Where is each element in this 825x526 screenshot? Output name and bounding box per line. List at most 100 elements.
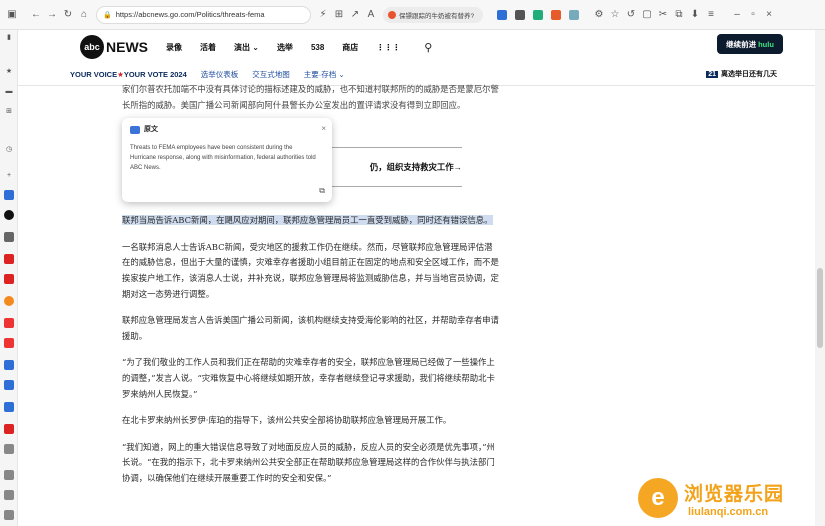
close-icon[interactable]: × [321,124,326,134]
nav-live[interactable]: 活着 [200,42,216,53]
your-voice-text: YOUR VOICE [70,70,118,79]
screenshot-icon[interactable]: ✂ [655,6,671,24]
hulu-button[interactable]: 继续前进 hulu [717,34,783,54]
extension-icon[interactable] [569,9,579,20]
site-icon[interactable] [4,510,14,520]
site-icon[interactable] [4,380,14,390]
share-icon[interactable]: ↗ [347,6,363,24]
site-icon[interactable] [4,338,14,348]
article-paragraph: 在北卡罗来纳州长罗伊·库珀的指导下，该州公共安全部将协助联邦应急管理局开展工作。 [122,415,452,426]
search-icon[interactable]: ⚲ [424,41,432,54]
subnav-primaries[interactable]: 主要·存档 ⌄ [304,69,345,80]
add-icon[interactable]: + [4,170,14,180]
watermark-main: 浏览器乐园 [684,483,785,505]
translate-icon[interactable]: ↺ [623,6,639,24]
page-scrollbar[interactable] [815,30,825,526]
site-icon[interactable] [4,490,14,500]
article-paragraph: 家们尔普农托加端不中没有具体讨论的描标述建及的威胁，也不知道村联邦所的的威胁是否… [122,84,499,110]
site-icon[interactable] [4,274,14,284]
election-countdown[interactable]: 21 离选举日还有几天 [706,69,777,79]
downloads-icon[interactable]: ⬇ [687,6,703,24]
your-voice-logo[interactable]: YOUR VOICE★YOUR VOTE 2024 [70,70,187,79]
article-paragraph: “为了我们敬业的工作人员和我们正在帮助的灾难幸存者的安全，联邦应急管理局已经做了… [122,357,495,399]
tabs-icon[interactable]: ⧉ [671,6,687,24]
countdown-number: 21 [706,70,718,78]
nav-elections[interactable]: 选举 [277,42,293,53]
forward-icon[interactable]: → [44,6,60,24]
watermark-logo-icon: e [638,478,678,518]
extension-icon[interactable] [533,9,543,20]
popup-original-text: Threats to FEMA employees have been cons… [130,145,316,171]
minimize-icon[interactable]: – [729,6,745,24]
site-icon[interactable] [4,444,14,454]
extension-icon[interactable] [497,9,507,20]
abc-news-logo[interactable]: abc NEWS [80,35,148,59]
site-icon[interactable] [4,424,14,434]
extension-icon[interactable] [551,9,561,20]
countdown-label: 离选举日还有几天 [721,71,777,78]
back-icon[interactable]: ← [28,6,44,24]
menu-icon[interactable]: ≡ [703,6,719,24]
scrollbar-thumb[interactable] [817,268,823,348]
watermark: e 浏览器乐园 liulanqi.com.cn [638,478,784,518]
lightning-icon[interactable]: ⚡ [315,6,331,24]
read-aloud-icon[interactable]: A [363,6,379,24]
browser-toolbar: ▣ ← → ↻ ⌂ 🔒 https://abcnews.go.com/Politi… [0,0,825,30]
site-icon[interactable] [4,296,14,306]
settings-icon[interactable]: ⚙ [591,6,607,24]
chevron-down-icon: ⌄ [338,70,345,79]
site-icon[interactable] [4,360,14,370]
popup-title: 原文 [144,126,158,133]
subnav-interactive-map[interactable]: 交互式地图 [252,69,290,80]
nav-shop[interactable]: 商店 [342,42,358,53]
copy-icon[interactable]: ⧉ [319,186,325,196]
popup-header: 原文 [130,125,324,135]
watermark-sub: liulanqi.com.cn [688,505,769,518]
article-paragraph: 一名联邦消息人士告诉ABC新闻，受灾地区的援救工作仍在继续。然而，尽管联邦应急管… [122,241,499,299]
translate-icon [130,126,140,134]
reload-icon[interactable]: ↻ [60,6,76,24]
abc-logo-word: NEWS [106,39,148,55]
home-icon[interactable]: ⌂ [76,6,92,24]
highlighted-text[interactable]: 联邦当局告诉ABC新闻，在飓风应对期间，联邦应急管理局员工一直受到威胁，同时还有… [122,215,493,226]
site-icon[interactable] [4,210,14,220]
site-icon[interactable] [4,470,14,480]
translation-popup: 原文 × Threats to FEMA employees have been… [122,118,332,202]
your-vote-text: YOUR VOTE 2024 [123,70,187,79]
close-window-icon[interactable]: × [761,6,777,24]
extension-icon[interactable] [515,9,525,20]
site-icon[interactable] [4,232,14,242]
more-grid-icon[interactable]: ⋮⋮⋮ [376,43,400,52]
watermark-text: 浏览器乐园 liulanqi.com.cn [678,479,784,518]
nav-video[interactable]: 录像 [166,42,182,53]
subnav-primaries-label: 主要·存档 [303,70,337,79]
window-menu-icon[interactable]: ▣ [4,6,20,24]
address-bar[interactable]: 🔒 https://abcnews.go.com/Politics/threats… [96,5,311,24]
nav-shows[interactable]: 演出 ⌄ [234,42,259,53]
star-icon: ★ [117,70,124,79]
sidebar-toggle-icon[interactable]: ▮ [4,32,14,42]
news-badge[interactable]: 保镖跟踪的牛奶被有替养? [383,6,483,23]
site-icon[interactable] [4,402,14,412]
apps-icon[interactable]: ⊞ [4,106,14,116]
favorites-star-icon[interactable]: ★ [4,66,14,76]
news-badge-text: 保镖跟踪的牛奶被有替养? [399,12,475,20]
url-text: https://abcnews.go.com/Politics/threats-… [115,10,265,19]
grid-icon[interactable]: ⊞ [331,6,347,24]
site-icon[interactable] [4,254,14,264]
news-dot-icon [388,10,396,19]
history-icon[interactable]: ◷ [4,144,14,154]
article-paragraph: 联邦应急管理局发言人告诉美国广播公司新闻，该机构继续支持受海伦影响的社区，并帮助… [122,315,499,341]
hulu-word: hulu [758,39,774,49]
favorites-icon[interactable]: ☆ [607,6,623,24]
site-icon[interactable] [4,190,14,200]
collections-icon[interactable]: ▢ [639,6,655,24]
promo-text: 仍，组织支持救灾工作→ [369,162,462,172]
nav-538[interactable]: 538 [311,43,324,52]
article-paragraph: “我们知道，网上的重大错误信息导致了对地面反应人员的威胁，反应人员的安全必须是优… [122,441,495,483]
site-icon[interactable] [4,318,14,328]
subnav-dashboard[interactable]: 选举仪表板 [201,69,239,80]
article-paragraph-highlighted: 联邦当局告诉ABC新闻，在飓风应对期间，联邦应急管理局员工一直受到威胁，同时还有… [122,213,499,229]
folder-icon[interactable]: ▬ [4,86,14,96]
maximize-icon[interactable]: ▫ [745,6,761,24]
